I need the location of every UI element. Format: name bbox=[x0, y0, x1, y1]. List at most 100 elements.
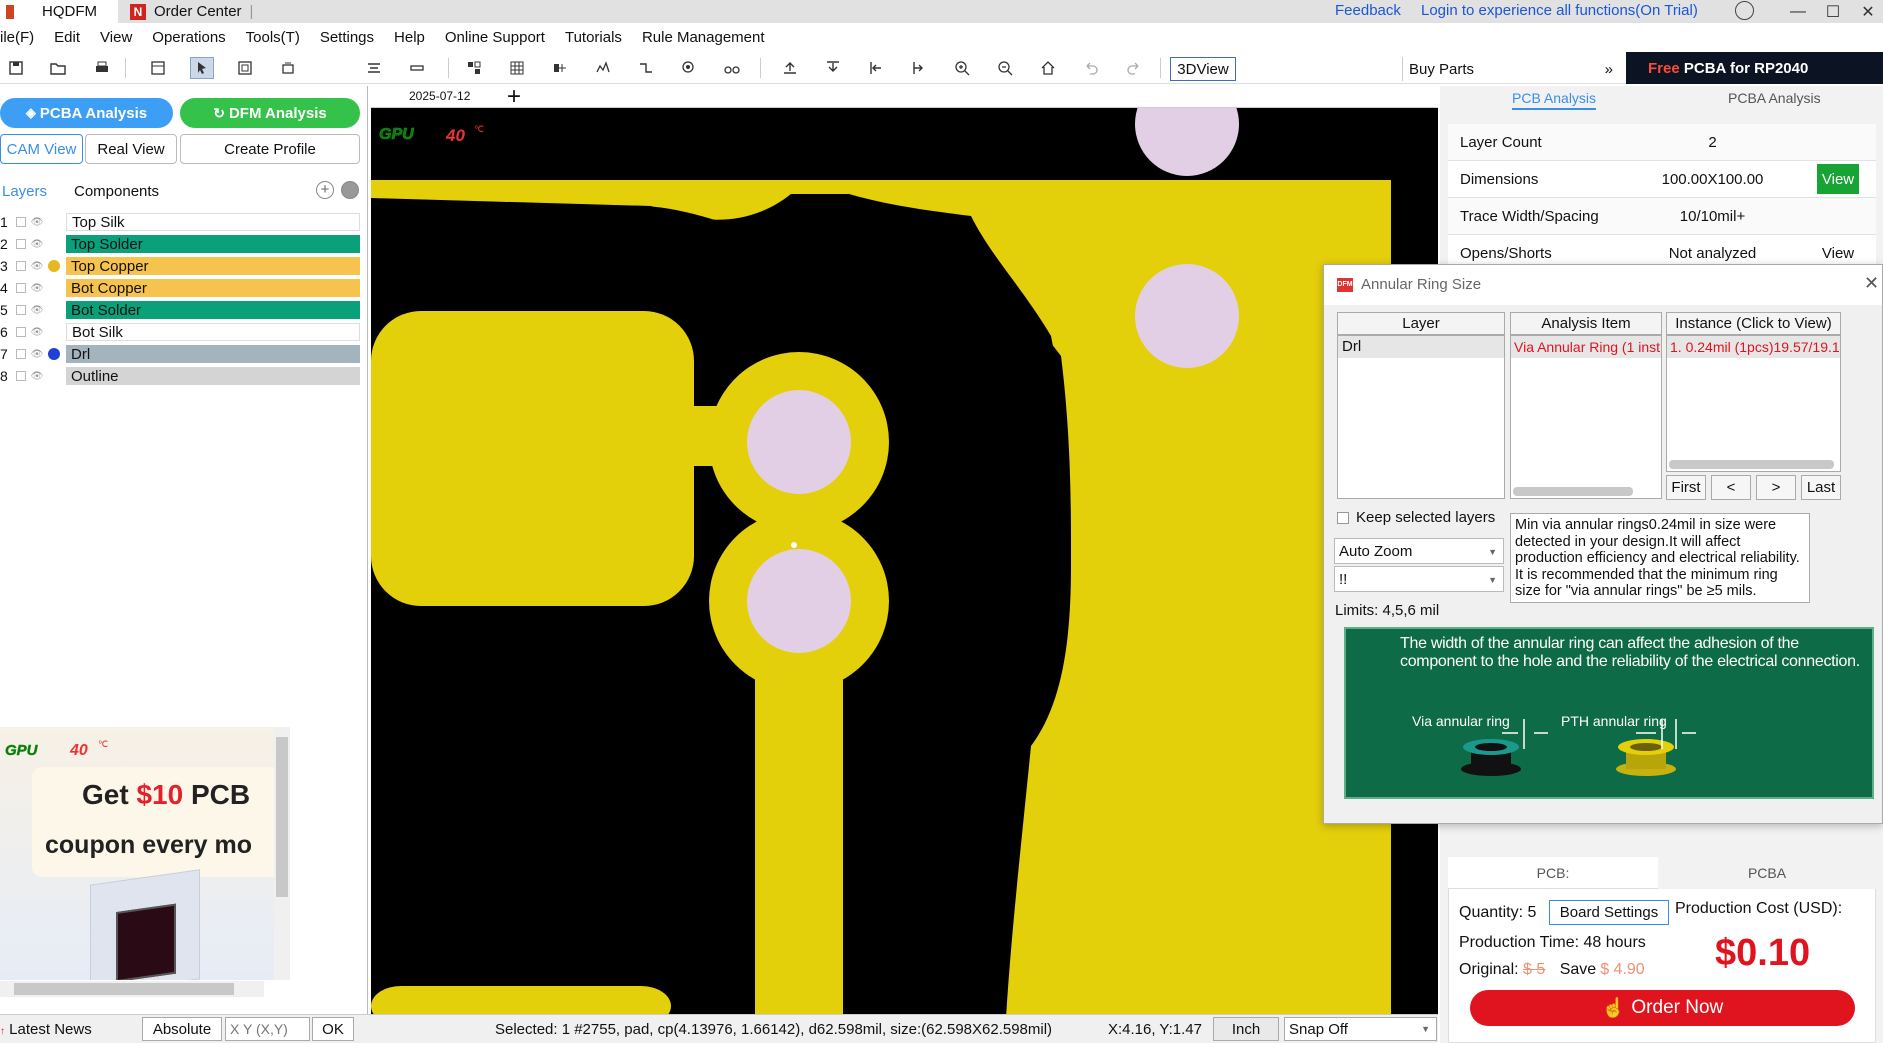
prev-button[interactable]: < bbox=[1711, 475, 1751, 500]
login-link[interactable]: Login to experience all functions(On Tri… bbox=[1421, 2, 1698, 19]
eye-icon[interactable]: 👁 bbox=[30, 217, 44, 228]
item-hscrollbar[interactable] bbox=[1513, 487, 1633, 496]
layer-row[interactable]: 4 👁 Bot Copper bbox=[0, 278, 360, 298]
next-button[interactable]: > bbox=[1756, 475, 1796, 500]
menu-tools[interactable]: Tools(T) bbox=[236, 29, 310, 46]
quantity-value[interactable]: 5 bbox=[1527, 904, 1536, 921]
minimize-icon[interactable]: — bbox=[1780, 0, 1816, 23]
layer-checkbox[interactable] bbox=[16, 305, 26, 315]
instance-hscrollbar[interactable] bbox=[1669, 460, 1834, 469]
open-folder-icon[interactable] bbox=[46, 57, 70, 79]
menu-file[interactable]: ile(F) bbox=[0, 29, 44, 46]
dfm-analysis-button[interactable]: ↻ DFM Analysis bbox=[180, 98, 360, 128]
severity-select[interactable]: !! ▼ bbox=[1334, 566, 1504, 592]
add-tab-icon[interactable]: + bbox=[507, 83, 521, 111]
layer-active-dot[interactable] bbox=[48, 326, 60, 338]
layer-stack-icon[interactable] bbox=[341, 181, 359, 199]
zoom-in-icon[interactable] bbox=[950, 57, 974, 79]
layer-list[interactable]: Drl bbox=[1337, 335, 1505, 499]
promo-scrollbar[interactable] bbox=[274, 727, 290, 980]
layer-checkbox[interactable] bbox=[16, 239, 26, 249]
zoom-mode-select[interactable]: Auto Zoom ▼ bbox=[1334, 538, 1504, 564]
layer-row[interactable]: 5 👁 Bot Solder bbox=[0, 300, 360, 320]
instance-row[interactable]: 1. 0.24mil (1pcs)19.57/19.1 bbox=[1667, 336, 1840, 358]
layer-active-dot[interactable] bbox=[48, 304, 60, 316]
layout-icon[interactable] bbox=[146, 57, 170, 79]
absolute-button[interactable]: Absolute bbox=[142, 1017, 222, 1041]
eye-icon[interactable]: 👁 bbox=[30, 239, 44, 250]
dialog-close-icon[interactable]: ✕ bbox=[1864, 273, 1879, 294]
create-profile-button[interactable]: Create Profile bbox=[180, 134, 360, 164]
xy-input[interactable] bbox=[225, 1017, 310, 1041]
layer-checkbox[interactable] bbox=[16, 261, 26, 271]
eye-icon[interactable]: 👁 bbox=[30, 371, 44, 382]
3dview-button[interactable]: 3DView bbox=[1170, 57, 1236, 81]
binoculars-icon[interactable] bbox=[720, 57, 744, 79]
tab-components[interactable]: Components bbox=[74, 183, 159, 200]
pcba-ad-banner[interactable]: Free PCBA for RP2040 bbox=[1626, 52, 1883, 84]
tab-order-center[interactable]: N Order Center | bbox=[124, 0, 274, 23]
analysis-item-list[interactable]: Via Annular Ring (1 inst.,0.2 bbox=[1510, 335, 1662, 499]
order-tab-pcba[interactable]: PCBA bbox=[1658, 857, 1876, 889]
pcba-analysis-button[interactable]: ◈ PCBA Analysis bbox=[0, 98, 173, 128]
user-icon[interactable] bbox=[1735, 1, 1754, 20]
layer-active-dot[interactable] bbox=[48, 260, 60, 272]
tab-hqdfm[interactable]: HQDFM bbox=[0, 0, 118, 23]
inspect-icon[interactable] bbox=[677, 57, 701, 79]
date-tab[interactable]: 2025-07-12 bbox=[409, 89, 470, 103]
menu-online-support[interactable]: Online Support bbox=[435, 29, 555, 46]
ok-button[interactable]: OK bbox=[312, 1017, 354, 1041]
menu-operations[interactable]: Operations bbox=[142, 29, 235, 46]
layer-checkbox[interactable] bbox=[16, 217, 26, 227]
message-scrollbar[interactable] bbox=[1810, 513, 1820, 603]
order-now-button[interactable]: ☝ Order Now bbox=[1470, 990, 1855, 1026]
eye-icon[interactable]: 👁 bbox=[30, 305, 44, 316]
rotate-icon[interactable] bbox=[276, 57, 300, 79]
eye-icon[interactable]: 👁 bbox=[30, 261, 44, 272]
layer-checkbox[interactable] bbox=[16, 283, 26, 293]
route-icon[interactable] bbox=[634, 57, 658, 79]
keep-selected-checkbox[interactable] bbox=[1337, 512, 1349, 524]
menu-view[interactable]: View bbox=[90, 29, 142, 46]
components-icon[interactable] bbox=[462, 57, 486, 79]
layer-active-dot[interactable] bbox=[48, 216, 60, 228]
measure-icon[interactable] bbox=[362, 57, 386, 79]
eye-icon[interactable]: 👁 bbox=[30, 349, 44, 360]
window-select-icon[interactable] bbox=[233, 57, 257, 79]
col-item-header[interactable]: Analysis Item bbox=[1510, 312, 1662, 335]
pcb-canvas[interactable] bbox=[371, 86, 1438, 1018]
layer-row[interactable]: 2 👁 Top Solder bbox=[0, 234, 360, 254]
latest-news[interactable]: ↑ Latest News bbox=[0, 1021, 92, 1038]
undo-icon[interactable] bbox=[1079, 57, 1103, 79]
print-icon[interactable] bbox=[90, 57, 114, 79]
ruler-icon[interactable] bbox=[405, 57, 429, 79]
save-icon[interactable] bbox=[4, 57, 28, 79]
unit-button[interactable]: Inch bbox=[1213, 1017, 1279, 1041]
menu-settings[interactable]: Settings bbox=[310, 29, 384, 46]
feedback-link[interactable]: Feedback bbox=[1335, 2, 1401, 19]
align-left-icon[interactable] bbox=[864, 57, 888, 79]
import-icon[interactable] bbox=[778, 57, 802, 79]
menu-rule-management[interactable]: Rule Management bbox=[632, 29, 775, 46]
export-icon[interactable] bbox=[821, 57, 845, 79]
menu-tutorials[interactable]: Tutorials bbox=[555, 29, 632, 46]
select-pointer-icon[interactable] bbox=[190, 57, 214, 79]
layer-row[interactable]: 3 👁 Top Copper bbox=[0, 256, 360, 276]
layer-list-item[interactable]: Drl bbox=[1338, 336, 1504, 358]
home-icon[interactable] bbox=[1036, 57, 1060, 79]
layer-checkbox[interactable] bbox=[16, 349, 26, 359]
maximize-icon[interactable]: ☐ bbox=[1815, 0, 1851, 23]
layer-checkbox[interactable] bbox=[16, 327, 26, 337]
add-layer-icon[interactable]: + bbox=[316, 181, 334, 199]
board-settings-button[interactable]: Board Settings bbox=[1549, 900, 1669, 925]
grid-icon[interactable] bbox=[505, 57, 529, 79]
eye-icon[interactable]: 👁 bbox=[30, 283, 44, 294]
layer-row[interactable]: 6 👁 Bot Silk bbox=[0, 322, 360, 342]
layer-checkbox[interactable] bbox=[16, 371, 26, 381]
first-button[interactable]: First bbox=[1666, 475, 1706, 500]
redo-icon[interactable] bbox=[1122, 57, 1146, 79]
analysis-action[interactable] bbox=[1817, 201, 1859, 231]
netlist-icon[interactable] bbox=[548, 57, 572, 79]
eye-icon[interactable]: 👁 bbox=[30, 327, 44, 338]
buy-parts-button[interactable]: Buy Parts » bbox=[1402, 57, 1617, 81]
